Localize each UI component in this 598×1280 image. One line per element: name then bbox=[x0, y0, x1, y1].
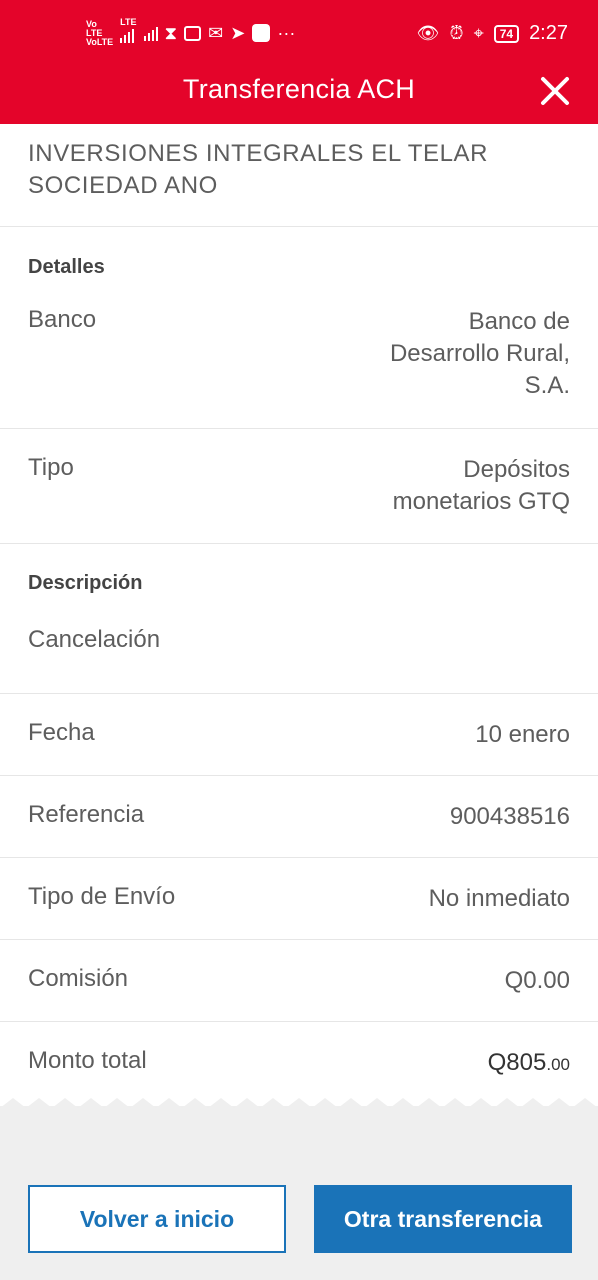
battery-icon: 74 bbox=[493, 24, 520, 43]
description-section-label: Descripción bbox=[28, 572, 143, 594]
eye-icon: 👁︎ bbox=[416, 23, 440, 43]
status-icons-left: Vo LTE VoLTE LTE ⧗ ✉ ➤ ··· bbox=[86, 18, 295, 48]
date-label: Fecha bbox=[28, 719, 95, 746]
close-icon bbox=[541, 77, 569, 105]
status-bar: Vo LTE VoLTE LTE ⧗ ✉ ➤ ··· 👁︎ ⏰︎ ⌖ 74 2:… bbox=[0, 12, 598, 58]
more-notifications-icon: ··· bbox=[277, 22, 296, 43]
divider bbox=[0, 1021, 598, 1022]
location-icon: ⌖ bbox=[473, 23, 484, 43]
bank-label: Banco bbox=[28, 306, 97, 333]
commission-value: Q0.00 bbox=[504, 967, 570, 994]
description-text: Cancelación bbox=[28, 626, 161, 653]
total-label: Monto total bbox=[28, 1047, 147, 1074]
shipping-type-value: No inmediato bbox=[428, 885, 570, 912]
back-to-home-button[interactable]: Volver a inicio bbox=[28, 1185, 286, 1253]
gmail-icon: ✉ bbox=[208, 22, 224, 43]
divider bbox=[0, 775, 598, 776]
divider bbox=[0, 857, 598, 858]
divider bbox=[0, 693, 598, 694]
app-notification-icon bbox=[252, 24, 271, 42]
volte-sim1-icon: Vo LTE VoLTE bbox=[86, 18, 114, 47]
status-icons-right: 👁︎ ⏰︎ ⌖ 74 2:27 bbox=[417, 22, 568, 45]
close-button[interactable] bbox=[540, 76, 570, 106]
reference-label: Referencia bbox=[28, 801, 145, 828]
total-value: Q805.00 bbox=[487, 1049, 570, 1076]
date-value: 10 enero bbox=[475, 721, 570, 748]
lte-sim2-icon: LTE bbox=[120, 18, 137, 48]
bank-value: Banco de Desarrollo Rural, S.A. bbox=[389, 308, 570, 399]
signal-icon bbox=[143, 25, 158, 41]
app-header: Vo LTE VoLTE LTE ⧗ ✉ ➤ ··· 👁︎ ⏰︎ ⌖ 74 2:… bbox=[0, 0, 598, 124]
type-value: Depósitos monetarios GTQ bbox=[392, 456, 570, 515]
commission-label: Comisión bbox=[28, 965, 129, 992]
divider bbox=[0, 226, 598, 227]
another-transfer-button[interactable]: Otra transferencia bbox=[314, 1185, 572, 1253]
hourglass-icon: ⧗ bbox=[164, 22, 178, 43]
reference-value: 900438516 bbox=[449, 803, 570, 830]
shipping-type-label: Tipo de Envío bbox=[28, 883, 176, 910]
divider bbox=[0, 543, 598, 544]
gallery-icon bbox=[184, 25, 202, 41]
recipient-name: INVERSIONES INTEGRALES EL TELAR SOCIEDAD… bbox=[28, 140, 489, 199]
details-section-label: Detalles bbox=[28, 256, 105, 278]
receipt-edge bbox=[0, 1098, 598, 1118]
divider bbox=[0, 939, 598, 940]
clock: 2:27 bbox=[529, 22, 568, 44]
page-title: Transferencia ACH bbox=[182, 74, 416, 104]
divider bbox=[0, 428, 598, 429]
telegram-icon: ➤ bbox=[230, 22, 246, 43]
type-label: Tipo bbox=[28, 454, 74, 481]
alarm-icon: ⏰︎ bbox=[449, 23, 464, 43]
